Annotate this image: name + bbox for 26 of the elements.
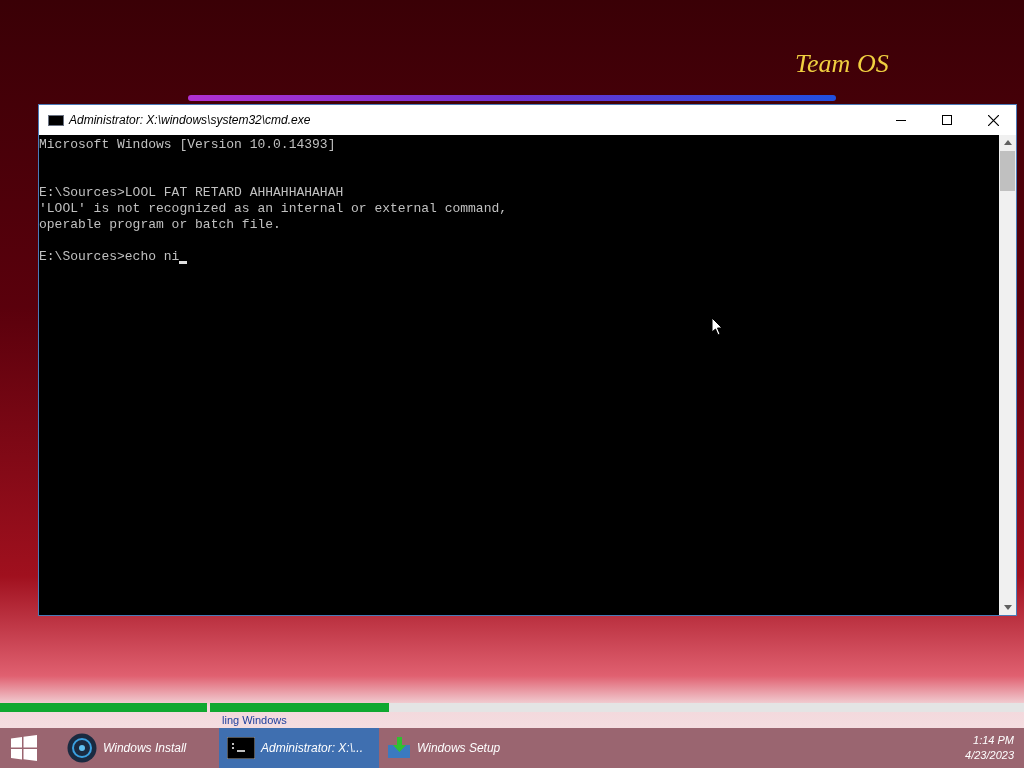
- clock-time: 1:14 PM: [973, 733, 1014, 748]
- console-line: Microsoft Windows [Version 10.0.14393]: [39, 137, 336, 153]
- status-text: ling Windows: [222, 713, 287, 727]
- maximize-icon: [942, 115, 952, 125]
- console-line: E:\Sources>echo ni: [39, 249, 180, 265]
- windows-start-icon[interactable]: [11, 735, 37, 761]
- clock-date: 4/23/2023: [965, 748, 1014, 763]
- brand-logo-text: Team OS: [795, 48, 889, 80]
- console-app-icon: [227, 737, 255, 759]
- disc-icon: [67, 733, 97, 763]
- console-app-icon: [48, 114, 64, 126]
- scrollbar[interactable]: [999, 135, 1016, 615]
- scroll-up-icon: [1003, 140, 1012, 145]
- taskbar-item[interactable]: Windows Setup: [379, 728, 539, 768]
- console-line: operable program or batch file.: [39, 217, 281, 233]
- window-title: Administrator: X:\windows\system32\cmd.exe: [69, 112, 311, 129]
- scroll-down-icon: [1003, 605, 1012, 610]
- console-line: 'LOOL' is not recognized as an internal or external command,: [39, 201, 508, 217]
- close-icon: [987, 114, 999, 126]
- scrollbar-thumb[interactable]: [1000, 151, 1015, 191]
- minimize-icon: [896, 119, 906, 121]
- setup-download-icon: [387, 737, 411, 759]
- taskbar-item[interactable]: Windows Install: [59, 728, 219, 768]
- taskbar-item[interactable]: Administrator: X:\...: [219, 728, 379, 768]
- mouse-pointer-icon: [711, 317, 723, 336]
- console-line: E:\Sources>LOOL FAT RETARD AHHAHHAHAHAH: [39, 185, 344, 201]
